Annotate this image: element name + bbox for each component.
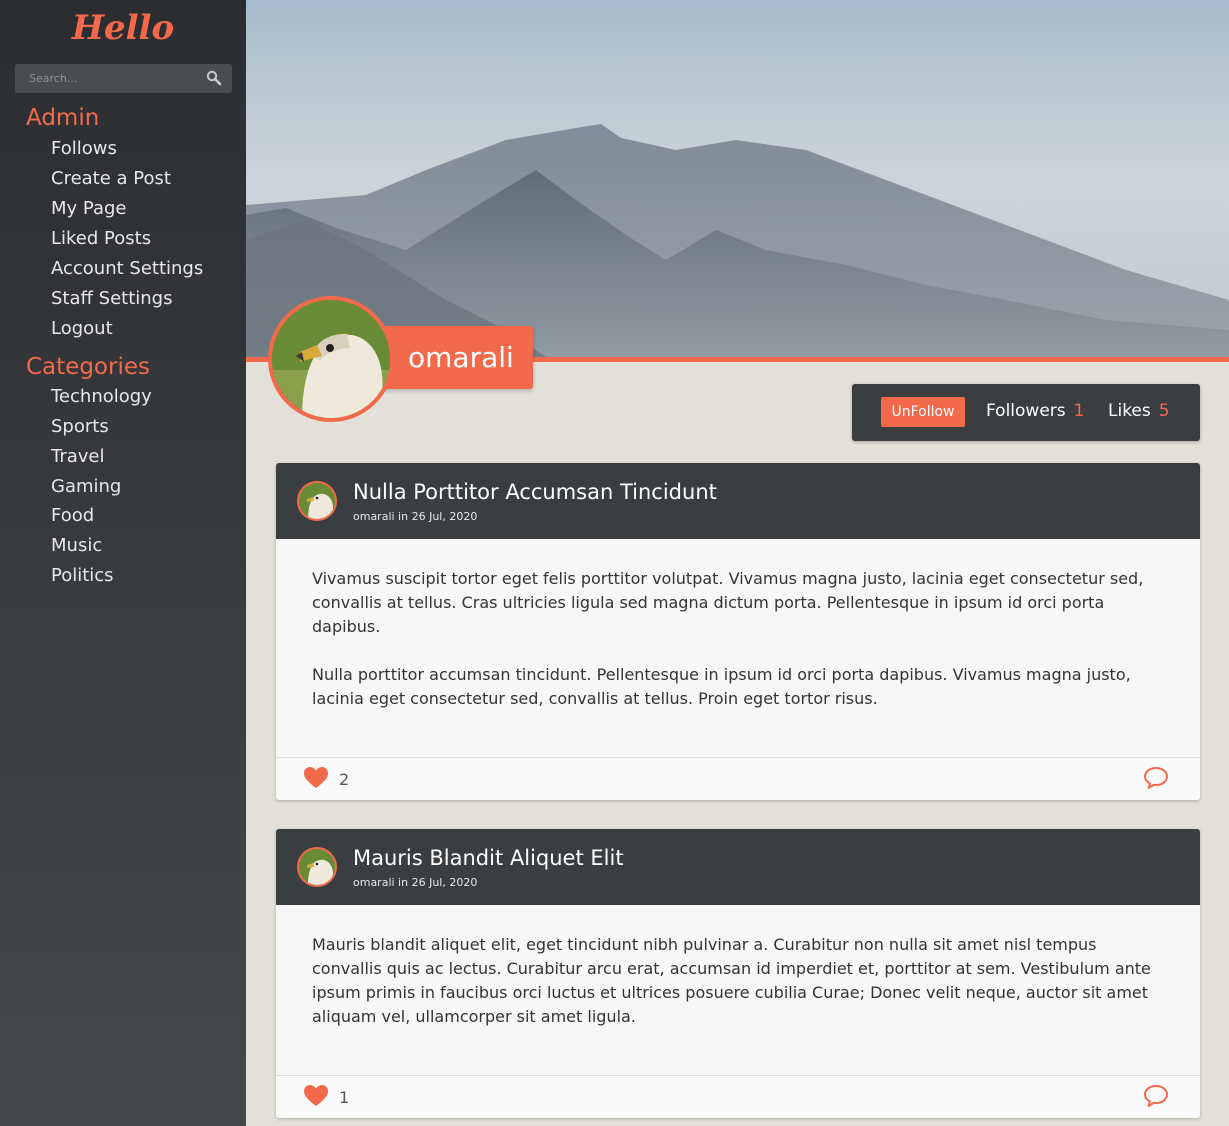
post-title[interactable]: Nulla Porttitor Accumsan Tincidunt (353, 480, 717, 504)
sidebar-item-account-settings[interactable]: Account Settings (51, 258, 203, 279)
post-meta: omarali in 26 Jul, 2020 (353, 876, 478, 889)
likes-label: Likes (1108, 401, 1151, 421)
heart-icon[interactable] (303, 766, 329, 790)
likes-stat[interactable]: Likes 5 (1108, 401, 1170, 421)
post-paragraph: Vivamus suscipit tortor eget felis portt… (312, 569, 1144, 636)
cover-image (246, 0, 1229, 357)
sidebar-item-food[interactable]: Food (51, 505, 94, 526)
unfollow-button[interactable]: UnFollow (881, 397, 965, 427)
followers-count: 1 (1073, 401, 1085, 421)
likes-count: 5 (1158, 401, 1170, 421)
nav-heading-categories: Categories (26, 354, 150, 380)
sidebar-item-logout[interactable]: Logout (51, 318, 113, 339)
heart-icon[interactable] (303, 1084, 329, 1108)
sidebar-item-travel[interactable]: Travel (51, 446, 105, 467)
sidebar: Hello Admin Follows Create a Post My Pag… (0, 0, 246, 1126)
post-paragraph: Nulla porttitor accumsan tincidunt. Pell… (312, 665, 1131, 708)
sidebar-item-create-post[interactable]: Create a Post (51, 168, 171, 189)
profile-username: omarali (380, 326, 533, 389)
post-card: Nulla Porttitor Accumsan Tincidunt omara… (276, 463, 1200, 800)
sidebar-item-my-page[interactable]: My Page (51, 198, 126, 219)
search-box (15, 64, 232, 93)
post-body: Vivamus suscipit tortor eget felis portt… (276, 539, 1200, 711)
sidebar-item-music[interactable]: Music (51, 535, 102, 556)
post-card: Mauris Blandit Aliquet Elit omarali in 2… (276, 829, 1200, 1118)
sidebar-item-gaming[interactable]: Gaming (51, 476, 121, 497)
app-logo[interactable]: Hello (0, 8, 246, 48)
profile-avatar[interactable] (268, 296, 394, 422)
followers-stat[interactable]: Followers 1 (986, 401, 1084, 421)
post-header: Nulla Porttitor Accumsan Tincidunt omara… (276, 463, 1200, 539)
post-header: Mauris Blandit Aliquet Elit omarali in 2… (276, 829, 1200, 905)
followers-label: Followers (986, 401, 1066, 421)
like-count: 2 (339, 770, 350, 789)
nav-heading-admin: Admin (26, 105, 100, 131)
sidebar-item-follows[interactable]: Follows (51, 138, 117, 159)
post-title[interactable]: Mauris Blandit Aliquet Elit (353, 846, 624, 870)
post-meta: omarali in 26 Jul, 2020 (353, 510, 478, 523)
sidebar-item-technology[interactable]: Technology (51, 386, 152, 407)
search-input[interactable] (15, 64, 200, 93)
search-icon[interactable] (206, 70, 222, 86)
sidebar-item-sports[interactable]: Sports (51, 416, 109, 437)
post-paragraph: Mauris blandit aliquet elit, eget tincid… (312, 935, 1151, 1026)
post-footer: 2 (276, 757, 1200, 800)
post-footer: 1 (276, 1075, 1200, 1118)
post-author-avatar[interactable] (297, 481, 337, 521)
post-author-avatar[interactable] (297, 847, 337, 887)
sidebar-item-politics[interactable]: Politics (51, 565, 114, 586)
comment-icon[interactable] (1143, 1084, 1169, 1108)
comment-icon[interactable] (1143, 766, 1169, 790)
sidebar-item-staff-settings[interactable]: Staff Settings (51, 288, 172, 309)
post-body: Mauris blandit aliquet elit, eget tincid… (276, 905, 1200, 1029)
profile-stats: UnFollow Followers 1 Likes 5 (852, 384, 1200, 441)
like-count: 1 (339, 1088, 350, 1107)
sidebar-item-liked-posts[interactable]: Liked Posts (51, 228, 151, 249)
